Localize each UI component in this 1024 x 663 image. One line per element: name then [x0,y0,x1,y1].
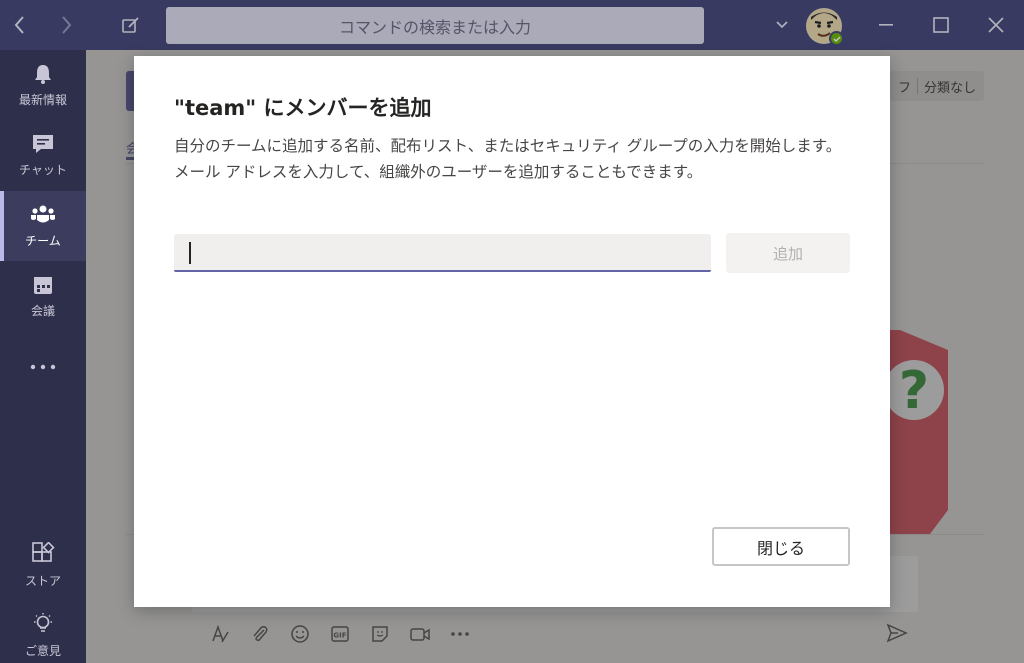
more-icon [30,364,56,370]
rail-item-label: 会議 [30,303,55,318]
rail-item-chat[interactable]: チャット [0,120,86,190]
rail-item-store[interactable]: ストア [0,530,86,600]
store-icon [32,541,55,562]
text-caret [189,242,191,264]
app-rail: 最新情報 チャット チーム 会議 ストア ご意見 [0,50,86,663]
rail-item-activity[interactable]: 最新情報 [0,50,86,120]
chat-icon [33,134,53,153]
modal-backdrop-titlebar [0,0,1024,50]
dialog-description: 自分のチームに追加する名前、配布リスト、またはセキュリティ グループの入力を開始… [174,137,842,181]
teams-icon [31,205,55,222]
rail-item-feedback[interactable]: ご意見 [0,600,86,663]
add-button[interactable]: 追加 [726,233,850,273]
rail-item-teams[interactable]: チーム [0,191,86,261]
rail-item-more[interactable] [0,332,86,402]
rail-item-label: 最新情報 [18,92,67,107]
bell-icon [35,64,51,84]
calendar-icon [34,276,52,294]
dialog-title: "team" にメンバーを追加 [174,96,432,120]
lightbulb-icon [34,612,52,632]
close-button[interactable]: 閉じる [712,527,850,566]
rail-item-meetings[interactable]: 会議 [0,261,86,331]
rail-item-label: チーム [25,233,61,248]
rail-item-label: チャット [19,162,67,177]
member-search-input[interactable] [174,234,711,272]
rail-item-label: ご意見 [24,643,61,658]
add-member-dialog: "team" にメンバーを追加 自分のチームに追加する名前、配布リスト、またはセ… [134,56,890,607]
rail-item-label: ストア [24,573,61,588]
